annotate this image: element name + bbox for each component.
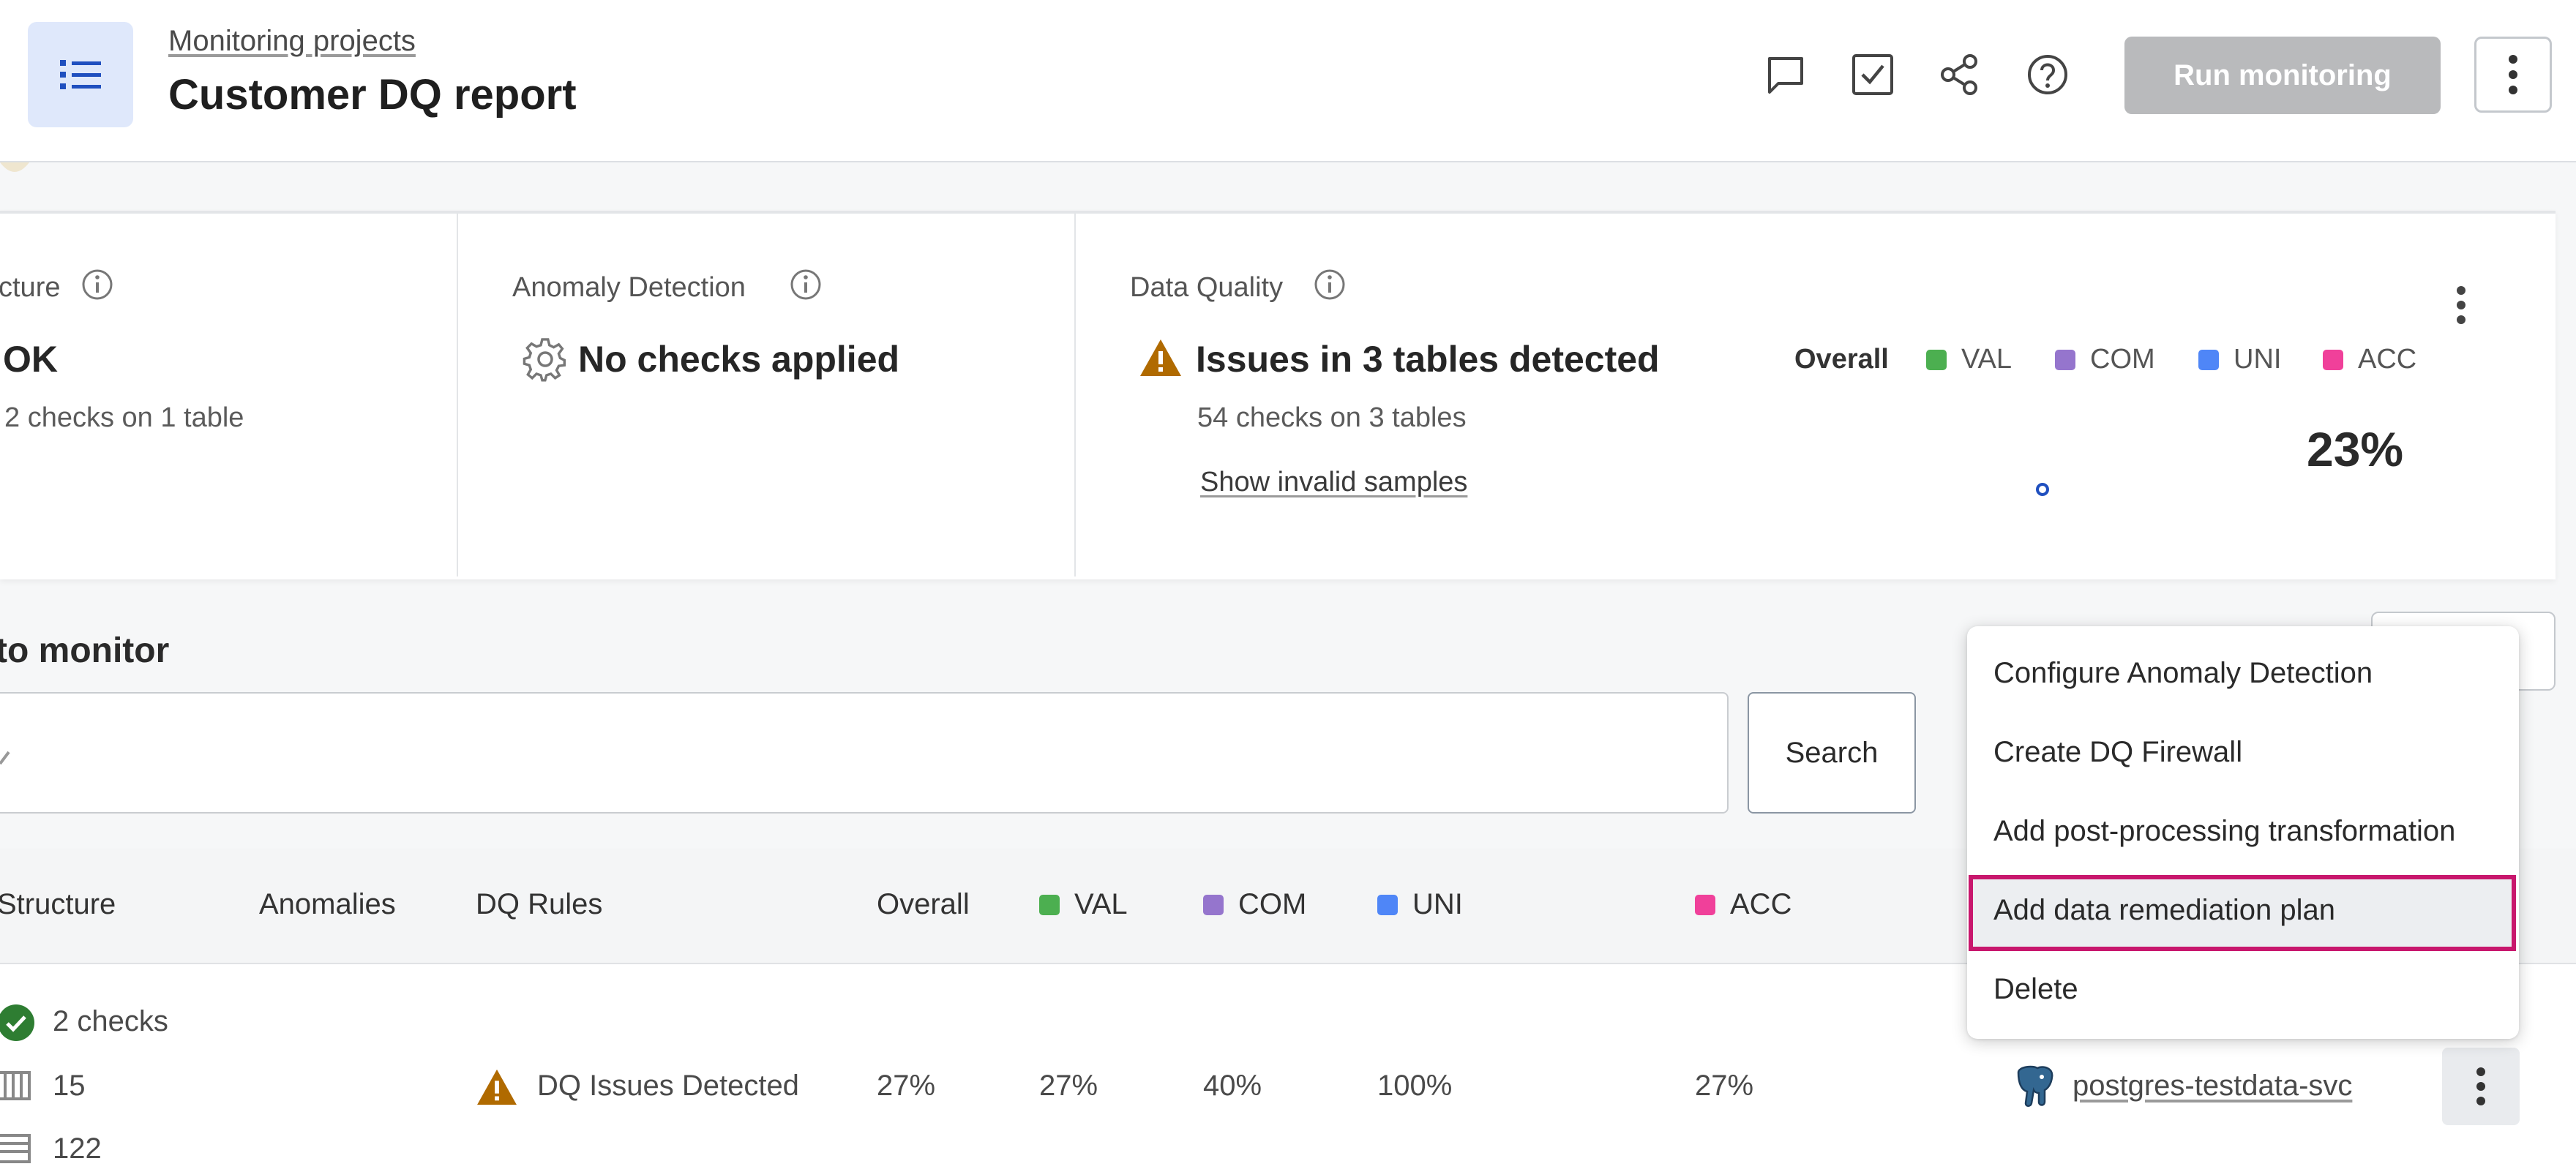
- warning-icon: [476, 1068, 518, 1106]
- divider: [457, 214, 458, 576]
- row-more-button[interactable]: [2442, 1048, 2520, 1125]
- legend-swatch: [1039, 894, 1060, 915]
- anomaly-status: No checks applied: [578, 339, 900, 380]
- legend-overall: Overall: [1794, 344, 1889, 375]
- more-vertical-icon: [2456, 285, 2466, 325]
- info-icon[interactable]: [1313, 268, 1347, 301]
- col-uni[interactable]: UNI: [1377, 888, 1463, 921]
- menu-item-create-dq-firewall[interactable]: Create DQ Firewall: [1993, 736, 2242, 769]
- card-more-button[interactable]: [2456, 285, 2466, 325]
- comment-button[interactable]: [1762, 51, 1809, 98]
- show-invalid-samples-link[interactable]: Show invalid samples: [1200, 467, 1467, 498]
- menu-item-add-data-remediation-plan[interactable]: Add data remediation plan: [1993, 894, 2335, 927]
- col-com[interactable]: COM: [1203, 888, 1306, 921]
- legend-swatch: [1926, 349, 1947, 370]
- structure-label: cture: [0, 272, 61, 303]
- check-circle-icon: [0, 1004, 35, 1042]
- legend-val: VAL: [1926, 344, 2012, 375]
- more-vertical-icon: [2476, 1067, 2486, 1106]
- legend-swatch: [1695, 894, 1715, 915]
- acc-value: 27%: [1695, 1070, 1754, 1102]
- header-more-button[interactable]: [2474, 37, 2552, 113]
- comment-icon: [1764, 53, 1808, 97]
- val-value: 27%: [1039, 1070, 1098, 1102]
- overall-value: 27%: [877, 1070, 936, 1102]
- tasks-button[interactable]: [1849, 51, 1896, 98]
- structure-checks: 2 checks: [53, 1005, 168, 1037]
- warning-icon: [1139, 338, 1183, 377]
- search-input[interactable]: [0, 692, 1729, 814]
- col-anomalies[interactable]: Anomalies: [259, 888, 396, 921]
- data-quality-label: Data Quality: [1130, 272, 1284, 303]
- legend-swatch: [2055, 349, 2075, 370]
- dq-status: DQ Issues Detected: [537, 1070, 799, 1102]
- data-quality-status: Issues in 3 tables detected: [1196, 339, 1660, 380]
- rows-icon: [0, 1132, 32, 1165]
- chevron-icon: [0, 737, 10, 767]
- menu-item-configure-anomaly-detection[interactable]: Configure Anomaly Detection: [1993, 657, 2373, 690]
- col-acc[interactable]: ACC: [1695, 888, 1791, 921]
- postgres-icon: [2011, 1065, 2056, 1108]
- col-dq-rules[interactable]: DQ Rules: [476, 888, 602, 921]
- list-icon: [59, 56, 102, 94]
- page-title: Customer DQ report: [168, 71, 577, 119]
- col-structure[interactable]: Structure: [0, 888, 116, 921]
- connection-link[interactable]: postgres-testdata-svc: [2073, 1070, 2352, 1102]
- column-count: 15: [53, 1070, 86, 1102]
- more-vertical-icon: [2508, 54, 2518, 95]
- com-value: 40%: [1203, 1070, 1262, 1102]
- legend-swatch: [2198, 349, 2219, 370]
- legend-swatch: [1377, 894, 1398, 915]
- project-list-button[interactable]: [28, 22, 133, 127]
- uni-value: 100%: [1377, 1070, 1453, 1102]
- legend-swatch: [1203, 894, 1224, 915]
- gear-icon: [523, 337, 568, 382]
- tasks-checkbox-icon: [1851, 53, 1895, 97]
- summary-card: [0, 211, 2556, 579]
- structure-status: OK: [3, 339, 58, 380]
- decorative-shape: [0, 162, 29, 181]
- help-button[interactable]: [2024, 51, 2071, 98]
- share-button[interactable]: [1936, 51, 1983, 98]
- section-title: to monitor: [0, 631, 170, 670]
- legend-com: COM: [2055, 344, 2155, 375]
- run-monitoring-button[interactable]: Run monitoring: [2124, 37, 2441, 114]
- col-val[interactable]: VAL: [1039, 888, 1128, 921]
- structure-detail: 2 checks on 1 table: [4, 402, 244, 433]
- info-icon[interactable]: [789, 268, 823, 301]
- menu-item-delete[interactable]: Delete: [1993, 973, 2078, 1006]
- legend-acc: ACC: [2323, 344, 2416, 375]
- divider: [1074, 214, 1076, 576]
- data-quality-detail: 54 checks on 3 tables: [1197, 402, 1467, 433]
- legend-swatch: [2323, 349, 2343, 370]
- menu-item-add-post-processing-transformation[interactable]: Add post-processing transformation: [1993, 815, 2455, 848]
- info-icon[interactable]: [80, 268, 114, 301]
- legend-uni: UNI: [2198, 344, 2281, 375]
- share-icon: [1938, 53, 1982, 97]
- anomaly-label: Anomaly Detection: [512, 272, 746, 303]
- breadcrumb-link[interactable]: Monitoring projects: [168, 25, 416, 58]
- row-count: 122: [53, 1132, 102, 1165]
- overall-score: 23%: [2307, 422, 2404, 476]
- help-icon: [2026, 53, 2070, 97]
- search-button[interactable]: Search: [1748, 692, 1916, 814]
- columns-icon: [0, 1070, 32, 1102]
- chart-point: [2036, 483, 2049, 496]
- col-overall[interactable]: Overall: [877, 888, 970, 921]
